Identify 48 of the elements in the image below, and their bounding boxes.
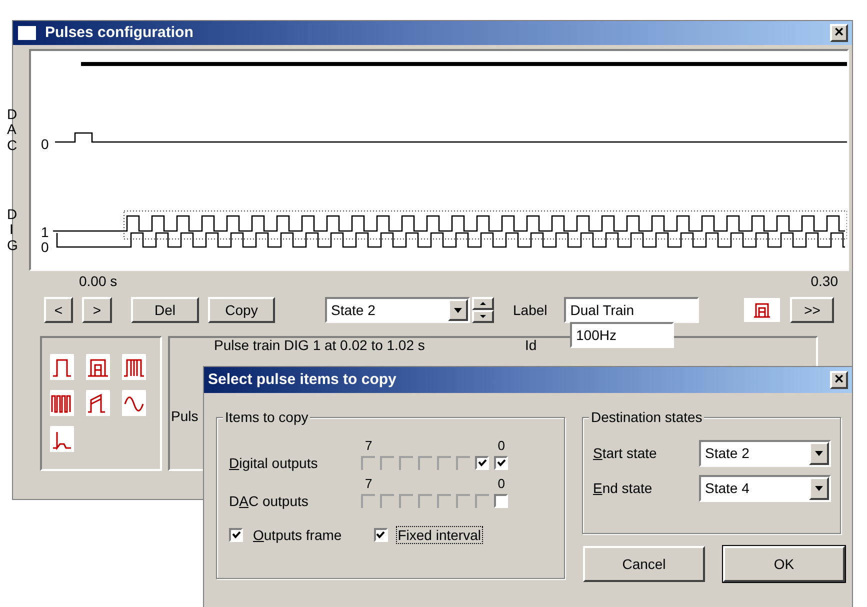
spin-button[interactable] [472, 297, 494, 323]
end-state-dropdown[interactable]: State 4 [699, 475, 831, 502]
button[interactable]: Cancel [583, 546, 705, 582]
axis-label: DIG [7, 207, 16, 254]
close-button[interactable]: × [830, 24, 848, 42]
close-button[interactable]: × [830, 371, 848, 389]
button[interactable]: Copy [208, 297, 275, 323]
label-field[interactable]: Dual Train [564, 297, 700, 323]
field-label: Label [513, 300, 548, 320]
pulse-train-icon [753, 301, 772, 319]
id-field[interactable]: 100Hz [570, 322, 674, 348]
up-arrow-icon[interactable] [480, 302, 486, 305]
button[interactable]: < [44, 297, 73, 323]
field-label: Puls [171, 407, 198, 426]
field-label: Id [525, 336, 537, 355]
channel-label: 1 [41, 225, 49, 239]
field-label: End state [593, 479, 654, 498]
start-state-dropdown[interactable]: State 2 [699, 440, 831, 467]
bit-index: 0 [498, 477, 505, 490]
axis-label: DAC [7, 107, 16, 154]
window-title: Pulses configuration [45, 22, 194, 43]
pulse-train-button[interactable] [743, 297, 782, 323]
channel-label: 0 [41, 240, 49, 254]
button[interactable]: >> [790, 297, 834, 323]
checkbox-label[interactable]: Fixed interval [396, 526, 483, 544]
time-label: 0.30 [810, 274, 838, 290]
dialog-title: Select pulse items to copy [208, 370, 398, 390]
button[interactable]: Del [131, 297, 199, 323]
checkbox[interactable] [374, 528, 388, 542]
button[interactable]: OK [723, 546, 845, 582]
window-icon [17, 25, 37, 41]
bit-index: 7 [365, 477, 372, 490]
checkbox[interactable] [494, 494, 508, 508]
checkbox[interactable] [494, 456, 508, 470]
bit-index: 0 [498, 439, 505, 452]
pulse-description: Pulse train DIG 1 at 0.02 to 1.02 s [214, 336, 425, 355]
field-label: Start state [593, 444, 658, 463]
time-label: 0.00 s [79, 274, 118, 290]
field-label: DAC outputs [229, 494, 310, 510]
state-dropdown[interactable]: State 2 [325, 297, 470, 323]
checkbox-label[interactable]: Outputs frame [251, 526, 344, 544]
channel-label: 0 [41, 137, 49, 151]
field-label: Digital outputs [229, 456, 319, 472]
down-arrow-icon[interactable] [480, 315, 486, 318]
checkbox[interactable] [229, 528, 243, 542]
checkbox[interactable] [475, 456, 489, 470]
bit-index: 7 [365, 439, 372, 452]
button[interactable]: > [82, 297, 112, 323]
